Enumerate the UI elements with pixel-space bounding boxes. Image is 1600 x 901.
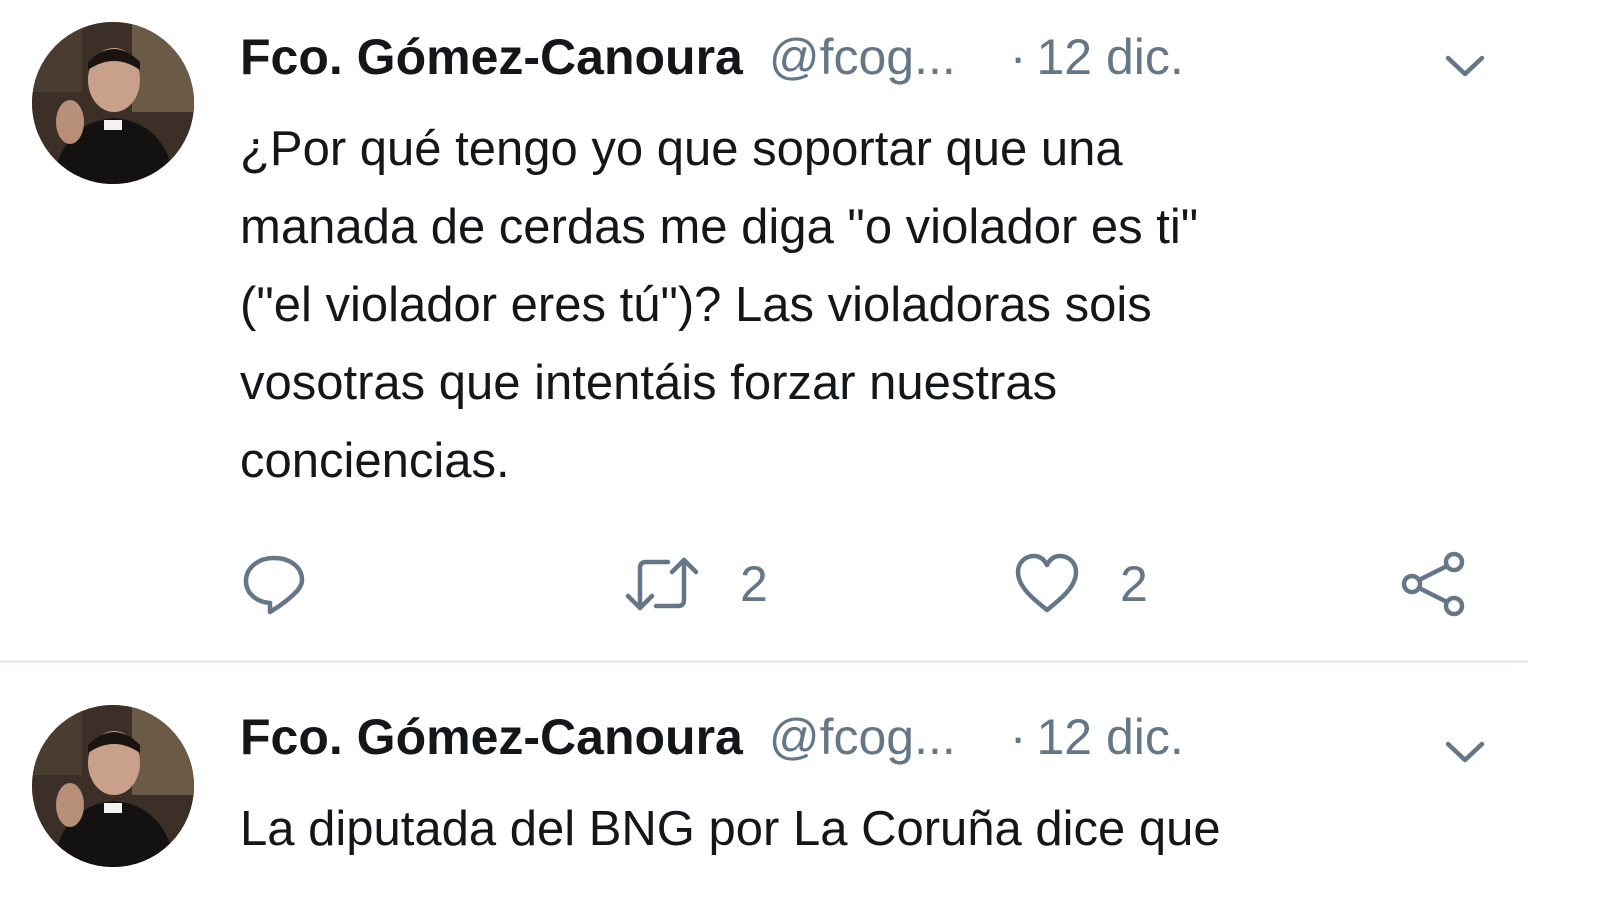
tweet-text-line: ("el violador eres tú")? Las violadoras … bbox=[240, 278, 1152, 332]
share-icon bbox=[1401, 551, 1465, 617]
avatar-photo-icon bbox=[32, 22, 194, 184]
heart-icon bbox=[1015, 553, 1079, 613]
tweet-text-line: vosotras que intentáis forzar nuestras bbox=[240, 356, 1058, 410]
tweet-text-line: La diputada del BNG por La Coruña dice q… bbox=[240, 802, 1221, 856]
retweet-button[interactable]: 2 bbox=[622, 548, 768, 620]
author-name[interactable]: Fco. Gómez-Canoura bbox=[240, 708, 743, 766]
separator-dot: · bbox=[1009, 29, 1027, 85]
avatar[interactable] bbox=[32, 705, 194, 867]
retweet-icon bbox=[625, 557, 699, 611]
tweet-text-line: manada de cerdas me diga "o violador es … bbox=[240, 200, 1199, 254]
tweet-actions: 2 2 bbox=[240, 548, 1490, 620]
retweet-count: 2 bbox=[740, 556, 768, 612]
reply-button[interactable] bbox=[240, 548, 308, 620]
tweet-text: La diputada del BNG por La Coruña dice q… bbox=[240, 790, 1500, 868]
share-button[interactable] bbox=[1398, 548, 1468, 620]
tweet-text-line: conciencias. bbox=[240, 434, 510, 488]
avatar-photo-icon bbox=[32, 705, 194, 867]
tweet-divider bbox=[0, 660, 1528, 663]
tweet[interactable]: Fco. Gómez-Canoura @fcog... · 12 dic. ¿P… bbox=[0, 0, 1600, 680]
more-options-button[interactable] bbox=[1442, 728, 1488, 774]
more-options-button[interactable] bbox=[1442, 42, 1488, 88]
chevron-down-icon bbox=[1445, 741, 1485, 763]
tweet-date[interactable]: 12 dic. bbox=[1036, 28, 1183, 86]
tweet-date[interactable]: 12 dic. bbox=[1036, 708, 1183, 766]
avatar[interactable] bbox=[32, 22, 194, 184]
author-handle[interactable]: @fcog... bbox=[769, 28, 956, 86]
tweet-text: ¿Por qué tengo yo que soportar que una m… bbox=[240, 110, 1500, 500]
tweet-text-line: ¿Por qué tengo yo que soportar que una bbox=[240, 122, 1123, 176]
separator-dot: · bbox=[1009, 709, 1027, 765]
like-button[interactable]: 2 bbox=[1012, 548, 1148, 620]
author-name[interactable]: Fco. Gómez-Canoura bbox=[240, 28, 743, 86]
reply-icon bbox=[243, 555, 305, 615]
chevron-down-icon bbox=[1445, 55, 1485, 77]
tweet[interactable]: Fco. Gómez-Canoura @fcog... · 12 dic. La… bbox=[0, 680, 1600, 901]
tweet-header: Fco. Gómez-Canoura @fcog... · 12 dic. bbox=[240, 28, 1480, 98]
like-count: 2 bbox=[1120, 556, 1148, 612]
author-handle[interactable]: @fcog... bbox=[769, 708, 956, 766]
tweet-header: Fco. Gómez-Canoura @fcog... · 12 dic. bbox=[240, 708, 1480, 778]
